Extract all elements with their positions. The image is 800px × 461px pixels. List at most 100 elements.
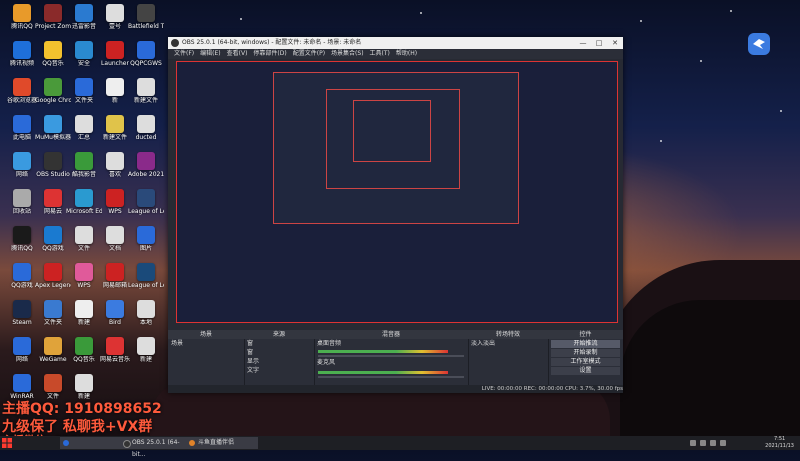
audio-meter bbox=[318, 350, 448, 353]
mountain bbox=[620, 300, 800, 440]
start-streaming-button[interactable]: 开始推流 bbox=[551, 340, 620, 348]
app-icon bbox=[13, 41, 31, 59]
source-item[interactable]: 窗 bbox=[244, 339, 314, 348]
tray-icon[interactable] bbox=[700, 440, 706, 446]
settings-button[interactable]: 设置 bbox=[551, 367, 620, 375]
controls-header: 控件 bbox=[548, 330, 623, 339]
tray-icon[interactable] bbox=[720, 440, 726, 446]
app-icon bbox=[44, 41, 62, 59]
app-icon bbox=[63, 440, 69, 446]
desktop-icon-label: 图片 bbox=[139, 245, 152, 252]
desktop-icon[interactable]: ducted bbox=[128, 115, 164, 141]
volume-slider[interactable] bbox=[318, 376, 464, 378]
volume-slider[interactable] bbox=[318, 355, 464, 357]
desktop-icon[interactable]: 新建 bbox=[128, 337, 164, 363]
app-icon bbox=[44, 115, 62, 133]
scenes-header: 场景 bbox=[168, 330, 244, 339]
obs-preview[interactable] bbox=[176, 61, 618, 323]
app-icon bbox=[75, 300, 93, 318]
desktop-icon-label: Adobe 2021 bbox=[128, 171, 164, 178]
menu-item[interactable]: 场景集合(S) bbox=[331, 50, 364, 57]
app-icon bbox=[137, 300, 155, 318]
nested-preview-3 bbox=[353, 100, 431, 162]
star bbox=[640, 20, 642, 22]
obs-dock: 场景 场景 来源 窗 窗 显示 文字 混音器 桌面音频 麦克风 转场特效 淡入淡… bbox=[168, 330, 623, 385]
taskbar-app-douyu[interactable]: 斗鱼直播伴侣 bbox=[186, 437, 258, 449]
app-icon bbox=[13, 374, 31, 392]
sources-panel: 来源 窗 窗 显示 文字 bbox=[244, 330, 315, 385]
windows-start-icon[interactable] bbox=[2, 438, 12, 448]
app-icon bbox=[137, 189, 155, 207]
desktop-icon[interactable]: Battlefield Theater bbox=[128, 4, 164, 30]
desktop-icon-label: 本地 bbox=[139, 319, 152, 326]
tray-icon[interactable] bbox=[690, 440, 696, 446]
app-icon bbox=[106, 41, 124, 59]
app-icon bbox=[13, 337, 31, 355]
app-icon bbox=[44, 337, 62, 355]
app-icon bbox=[106, 337, 124, 355]
app-bird-icon[interactable] bbox=[748, 33, 770, 55]
mixer-channel-label: 桌面音频 bbox=[317, 340, 342, 347]
desktop-icon[interactable]: 本地 bbox=[128, 300, 164, 326]
desktop-icon[interactable]: 新建 bbox=[66, 374, 102, 400]
app-icon bbox=[137, 152, 155, 170]
menu-item[interactable]: 工具(T) bbox=[370, 50, 390, 57]
app-icon bbox=[137, 78, 155, 96]
obs-window[interactable]: OBS 25.0.1 (64-bit, windows) - 配置文件: 未命名… bbox=[168, 37, 623, 393]
app-icon bbox=[137, 115, 155, 133]
minimize-button[interactable]: — bbox=[575, 37, 591, 49]
app-icon bbox=[106, 152, 124, 170]
transition-select[interactable]: 淡入淡出 bbox=[468, 339, 548, 348]
desktop-icon-label: League of Legends bbox=[128, 282, 164, 289]
app-icon bbox=[44, 152, 62, 170]
app-icon bbox=[13, 189, 31, 207]
obs-icon bbox=[123, 440, 131, 448]
desktop-icon[interactable]: League of Legends bbox=[128, 189, 164, 215]
menu-item[interactable]: 配置文件(P) bbox=[293, 50, 325, 57]
source-item[interactable]: 窗 bbox=[244, 348, 314, 357]
app-icon bbox=[137, 41, 155, 59]
obs-titlebar[interactable]: OBS 25.0.1 (64-bit, windows) - 配置文件: 未命名… bbox=[168, 37, 623, 49]
app-icon bbox=[75, 226, 93, 244]
clock-time: 7:51 bbox=[773, 436, 786, 442]
start-recording-button[interactable]: 开始录制 bbox=[551, 349, 620, 357]
desktop-icon[interactable]: 新建文件 bbox=[128, 78, 164, 104]
desktop-icon[interactable]: QQPCGWS bbox=[128, 41, 164, 67]
taskbar-app[interactable] bbox=[60, 437, 122, 449]
menu-item[interactable]: 编辑(E) bbox=[200, 50, 220, 57]
desktop-icon[interactable]: 图片 bbox=[128, 226, 164, 252]
app-icon bbox=[13, 263, 31, 281]
maximize-button[interactable]: □ bbox=[591, 37, 607, 49]
app-icon bbox=[75, 41, 93, 59]
nested-preview-1 bbox=[273, 72, 519, 224]
menu-item[interactable]: 帮助(H) bbox=[396, 50, 417, 57]
menu-item[interactable]: 停靠部件(D) bbox=[253, 50, 286, 57]
scene-item[interactable]: 场景 bbox=[168, 339, 244, 348]
app-icon bbox=[44, 78, 62, 96]
close-button[interactable]: ✕ bbox=[607, 37, 623, 49]
desktop-icon[interactable]: League of Legends bbox=[128, 263, 164, 289]
mixer-panel: 混音器 桌面音频 麦克风 bbox=[314, 330, 469, 385]
app-icon bbox=[13, 300, 31, 318]
clock-date: 2021/11/13 bbox=[765, 443, 794, 449]
taskbar-app-obs[interactable]: OBS 25.0.1 (64-bit... bbox=[120, 437, 192, 458]
desktop-icon[interactable]: Adobe 2021 bbox=[128, 152, 164, 178]
source-item[interactable]: 显示 bbox=[244, 357, 314, 366]
controls-panel: 控件 开始推流 开始录制 工作室模式 设置 bbox=[548, 330, 623, 385]
menu-item[interactable]: 查看(V) bbox=[227, 50, 248, 57]
app-icon bbox=[13, 115, 31, 133]
menu-item[interactable]: 文件(F) bbox=[174, 50, 194, 57]
desktop-icon-label: 新建 bbox=[139, 356, 152, 363]
taskbar-clock[interactable]: 7:51 2021/11/13 bbox=[765, 436, 794, 450]
tray-icon[interactable] bbox=[710, 440, 716, 446]
app-icon bbox=[137, 263, 155, 281]
app-icon bbox=[106, 226, 124, 244]
studio-mode-button[interactable]: 工作室模式 bbox=[551, 358, 620, 366]
nested-preview-2 bbox=[326, 89, 460, 189]
app-icon bbox=[75, 78, 93, 96]
desktop-icon-label: QQPCGWS bbox=[130, 60, 162, 67]
star bbox=[420, 12, 422, 14]
source-item[interactable]: 文字 bbox=[244, 366, 314, 375]
star bbox=[730, 10, 732, 12]
star bbox=[660, 140, 662, 142]
